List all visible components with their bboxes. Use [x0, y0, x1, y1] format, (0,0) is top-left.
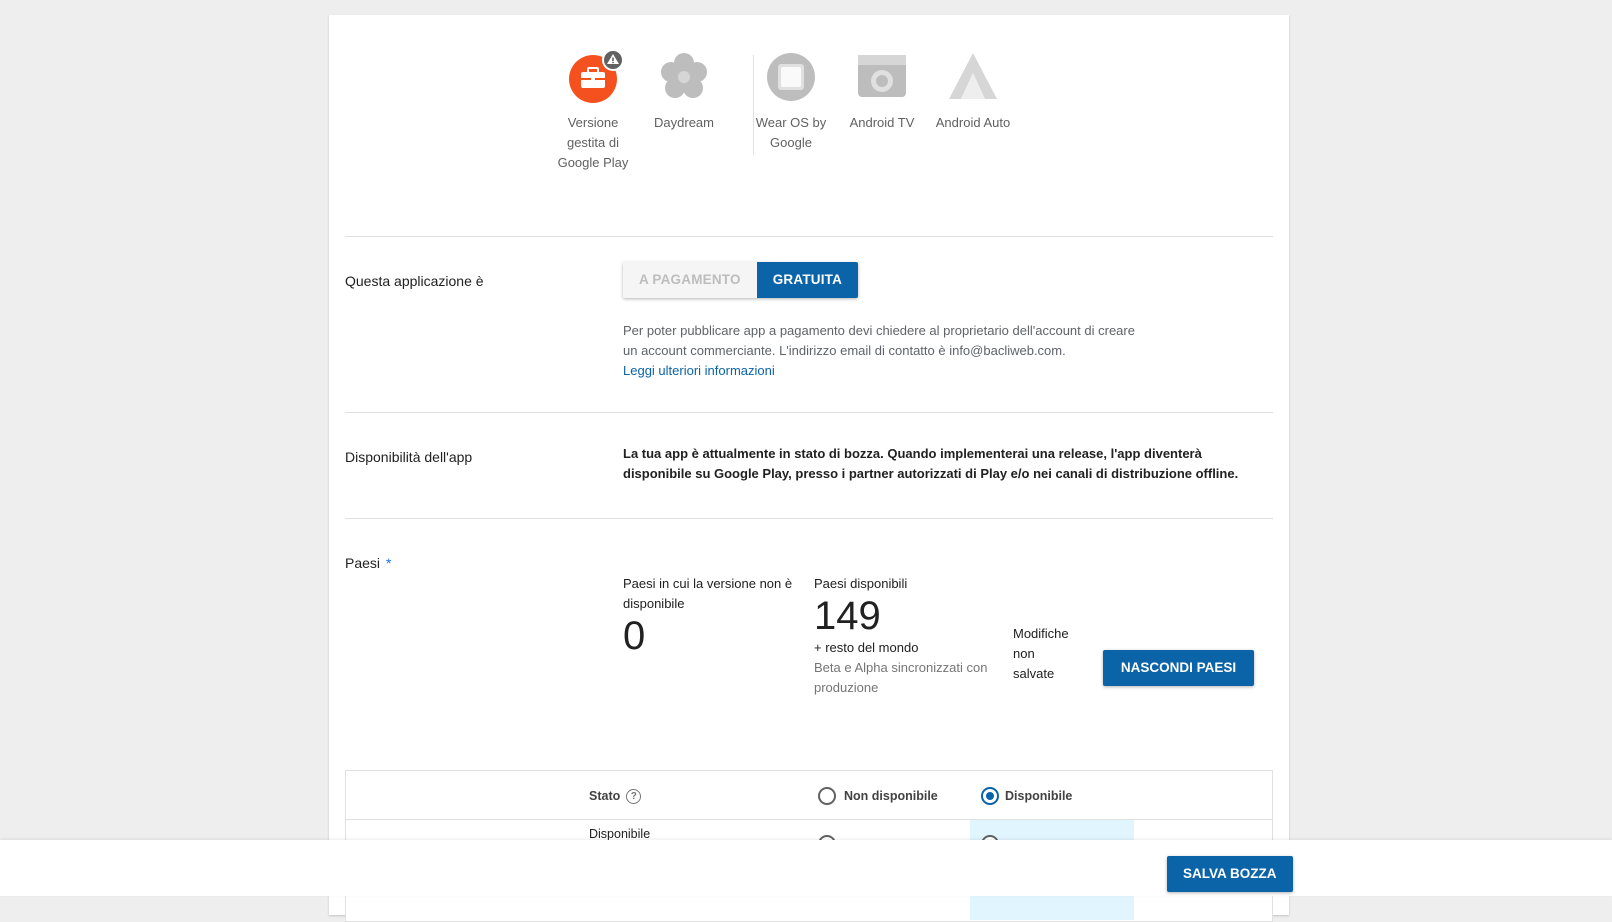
device-wear-os[interactable]: Wear OS by Google	[746, 51, 836, 153]
availability-text: La tua app è attualmente in stato di boz…	[623, 446, 1239, 481]
daydream-icon	[658, 51, 710, 103]
device-label: Versione gestita di Google Play	[557, 115, 629, 170]
device-managed-play[interactable]: Versione gestita di Google Play	[548, 49, 638, 173]
auto-icon	[947, 51, 999, 103]
status-header: Stato?	[589, 789, 642, 805]
availability-label: Disponibilità dell'app	[345, 449, 473, 465]
watch-icon	[765, 51, 817, 103]
pricing-help: Per poter pubblicare app a pagamento dev…	[623, 321, 1143, 381]
help-icon[interactable]: ?	[626, 789, 642, 805]
device-label: Wear OS by Google	[755, 115, 827, 150]
device-label: Daydream	[654, 115, 714, 130]
available-stat: Paesi disponibili 149 + resto del mondo …	[814, 574, 999, 698]
unavailable-stat: Paesi in cui la versione non è disponibi…	[623, 574, 798, 658]
hide-countries-button[interactable]: NASCONDI PAESI	[1103, 650, 1254, 686]
device-daydream[interactable]: Daydream	[639, 51, 729, 133]
device-label: Android TV	[849, 115, 915, 130]
section-divider	[345, 236, 1273, 237]
save-draft-button[interactable]: SALVA BOZZA	[1167, 856, 1293, 892]
main-card: Versione gestita di Google Play Daydream	[329, 15, 1289, 922]
pricing-toggle: A PAGAMENTO GRATUITA	[623, 262, 859, 298]
briefcase-warning-icon	[567, 49, 624, 103]
learn-more-link[interactable]: Leggi ulteriori informazioni	[623, 363, 775, 378]
table-row-status: Disponibile	[589, 827, 651, 841]
pricing-label: Questa applicazione è	[345, 273, 484, 289]
countries-label: Paesi *	[345, 555, 391, 571]
available-header: Disponibile	[1005, 789, 1073, 803]
rest-of-world: + resto del mondo	[814, 640, 919, 655]
unavailable-label: Paesi in cui la versione non è disponibi…	[623, 576, 793, 611]
available-count: 149	[814, 594, 881, 638]
section-divider	[345, 412, 1273, 413]
device-selector: Versione gestita di Google Play Daydream	[329, 15, 1289, 235]
table-row-divider	[346, 819, 1272, 820]
available-label: Paesi disponibili	[814, 576, 908, 591]
pricing-help-text: Per poter pubblicare app a pagamento dev…	[623, 323, 1135, 358]
not-available-header: Non disponibile	[844, 789, 938, 803]
unsaved-changes: Modifiche non salvate	[1013, 626, 1069, 681]
free-option[interactable]: GRATUITA	[756, 262, 859, 298]
status-header-label: Stato	[589, 789, 621, 803]
device-label: Android Auto	[935, 115, 1011, 130]
footer-bar: SALVA BOZZA	[0, 840, 1612, 896]
sync-note: Beta e Alpha sincronizzati con produzion…	[814, 660, 988, 695]
radio-available[interactable]	[981, 787, 999, 805]
section-divider	[345, 518, 1273, 519]
device-android-auto[interactable]: Android Auto	[928, 51, 1018, 133]
countries-label-text: Paesi	[345, 555, 381, 571]
required-mark: *	[386, 555, 392, 571]
tv-icon	[856, 51, 908, 103]
paid-option[interactable]: A PAGAMENTO	[623, 262, 757, 298]
device-android-tv[interactable]: Android TV	[837, 51, 927, 133]
unavailable-count: 0	[623, 614, 646, 658]
radio-not-available[interactable]	[818, 787, 836, 805]
